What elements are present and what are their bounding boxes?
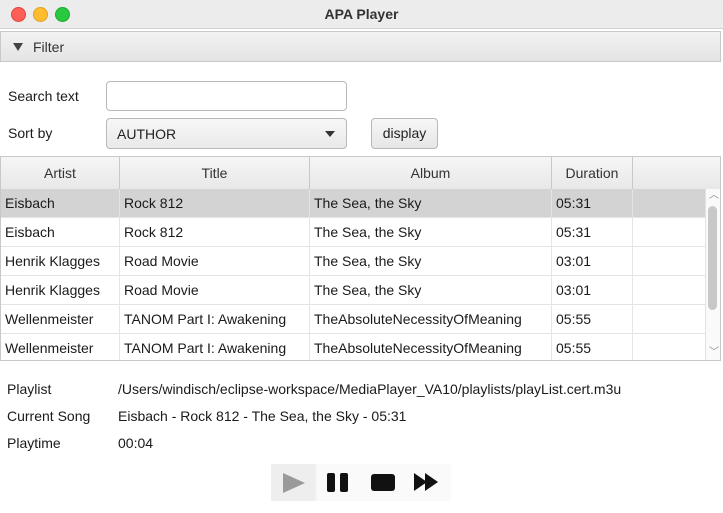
cell-duration: 05:31 [552,189,633,217]
stop-icon [371,474,395,491]
disclosure-triangle-icon [13,43,23,51]
fast-forward-button[interactable] [413,464,443,501]
table-row[interactable]: Eisbach Rock 812 The Sea, the Sky 05:31 [1,218,705,247]
table-row[interactable]: Eisbach Rock 812 The Sea, the Sky 05:31 [1,189,705,218]
cell-duration: 03:01 [552,247,633,275]
playlist-path: /Users/windisch/eclipse-workspace/MediaP… [118,381,622,397]
cell-title: Rock 812 [120,189,310,217]
cell-album: The Sea, the Sky [310,276,552,304]
sort-by-value: AUTHOR [117,126,177,142]
cell-filler [633,305,705,333]
column-header-filler [633,157,705,189]
transport-button-group [317,464,451,501]
cell-album: The Sea, the Sky [310,189,552,217]
filter-pane-title: Filter [33,39,65,55]
sort-by-label: Sort by [8,125,53,141]
column-header-artist[interactable]: Artist [1,157,120,189]
display-button[interactable]: display [371,118,438,149]
table-header: Artist Title Album Duration [1,157,720,190]
table-body: Eisbach Rock 812 The Sea, the Sky 05:31 Eisb… [1,189,705,360]
column-header-album[interactable]: Album [310,157,552,189]
table-scrollbar[interactable]: ︿ ﹀ [705,189,720,360]
cell-artist: Wellenmeister [1,305,120,333]
stop-button[interactable] [369,464,399,501]
app-window: APA Player Filter Search text Sort by AU… [0,0,723,513]
cell-filler [633,247,705,275]
cell-album: The Sea, the Sky [310,247,552,275]
cell-duration: 03:01 [552,276,633,304]
cell-filler [633,189,705,217]
transport-controls [271,464,451,501]
table-row[interactable]: Wellenmeister TANOM Part I: Awakening TheA… [1,305,705,334]
filter-pane-toggle[interactable]: Filter [0,31,721,62]
sort-by-select[interactable]: AUTHOR [106,118,347,149]
table-row[interactable]: Henrik Klagges Road Movie The Sea, the Sky… [1,276,705,305]
cell-duration: 05:31 [552,218,633,246]
pause-icon [327,473,335,492]
cell-artist: Wellenmeister [1,334,120,360]
current-song-value: Eisbach - Rock 812 - The Sea, the Sky - … [118,408,407,424]
cell-album: The Sea, the Sky [310,218,552,246]
title-bar: APA Player [0,0,723,29]
scroll-up-icon[interactable]: ︿ [709,191,719,201]
cell-title: Road Movie [120,276,310,304]
current-song-label: Current Song [7,408,91,424]
cell-duration: 05:55 [552,305,633,333]
column-header-duration[interactable]: Duration [552,157,633,189]
songs-table: Artist Title Album Duration Eisbach Rock … [0,156,721,361]
column-header-title[interactable]: Title [120,157,310,189]
table-row[interactable]: Henrik Klagges Road Movie The Sea, the Sky… [1,247,705,276]
table-row[interactable]: Wellenmeister TANOM Part I: Awakening TheA… [1,334,705,360]
scrollbar-thumb[interactable] [708,206,717,310]
playtime-label: Playtime [7,435,61,451]
cell-filler [633,276,705,304]
search-input[interactable] [106,81,347,111]
cell-title: Road Movie [120,247,310,275]
search-text-label: Search text [8,88,79,104]
cell-duration: 05:55 [552,334,633,360]
cell-artist: Henrik Klagges [1,276,120,304]
cell-title: TANOM Part I: Awakening [120,305,310,333]
cell-artist: Eisbach [1,218,120,246]
playtime-value: 00:04 [118,435,154,451]
cell-album: TheAbsoluteNecessityOfMeaning [310,334,552,360]
cell-album: TheAbsoluteNecessityOfMeaning [310,305,552,333]
chevron-down-icon [325,131,335,137]
cell-title: Rock 812 [120,218,310,246]
scroll-down-icon[interactable]: ﹀ [709,348,719,358]
cell-filler [633,334,705,360]
pause-button[interactable] [325,464,355,501]
cell-artist: Henrik Klagges [1,247,120,275]
window-title: APA Player [324,6,399,22]
playlist-label: Playlist [7,381,52,397]
cell-filler [633,218,705,246]
play-icon [283,473,305,493]
cell-artist: Eisbach [1,189,120,217]
cell-title: TANOM Part I: Awakening [120,334,310,360]
play-button[interactable] [271,464,315,501]
pause-icon-bar [340,473,348,492]
fast-forward-icon-part [425,473,438,491]
